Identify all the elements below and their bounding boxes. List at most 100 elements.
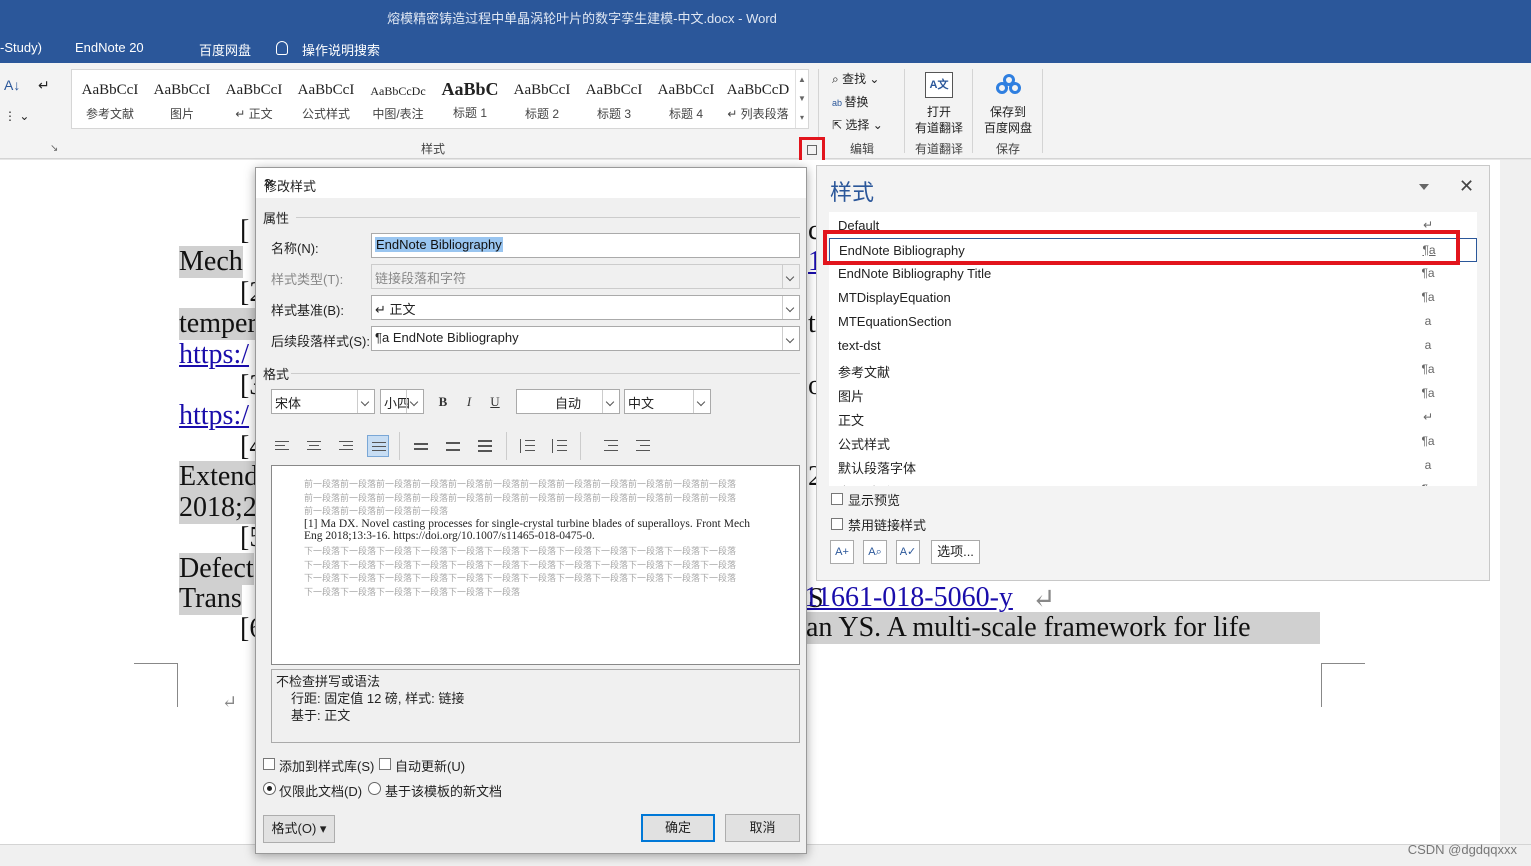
- quick-style-heading-2[interactable]: AaBbCcI 标题 2: [506, 70, 578, 128]
- style-list-item[interactable]: 正文 ↵: [829, 406, 1477, 430]
- font-size-select[interactable]: 小四: [380, 389, 424, 414]
- new-documents-label: 基于该模板的新文档: [385, 784, 503, 799]
- show-preview-checkbox[interactable]: [831, 493, 843, 505]
- style-list-item[interactable]: 图片 ¶a: [829, 382, 1477, 406]
- based-on-label: 样式基准(B):: [271, 303, 344, 318]
- align-right-icon[interactable]: [335, 435, 357, 457]
- style-list-item[interactable]: 公式样式 ¶a: [829, 430, 1477, 454]
- bold-button[interactable]: B: [432, 391, 454, 413]
- style-inspector-icon[interactable]: A⌕: [863, 540, 887, 564]
- quick-style-figure[interactable]: AaBbCcI 图片: [146, 70, 218, 128]
- align-center-icon[interactable]: [303, 435, 325, 457]
- quick-style-heading-1[interactable]: AaBbC 标题 1: [434, 70, 506, 128]
- font-select[interactable]: 宋体: [271, 389, 375, 414]
- based-on-select[interactable]: ↵ 正文: [371, 295, 800, 320]
- style-type-icon: ¶a: [1421, 290, 1435, 304]
- style-list-item[interactable]: 参考文献 ¶a: [829, 358, 1477, 382]
- save-baidu-button[interactable]: 保存到: [990, 103, 1026, 120]
- style-list-item[interactable]: 中图/表注 ¶a: [829, 478, 1477, 486]
- style-list-item[interactable]: 默认段落字体 a: [829, 454, 1477, 478]
- italic-button[interactable]: I: [458, 391, 480, 413]
- add-to-gallery-checkbox[interactable]: [263, 758, 275, 770]
- vertical-scrollbar[interactable]: [1500, 160, 1531, 844]
- close-icon[interactable]: ✕: [1459, 176, 1474, 197]
- only-this-document-radio[interactable]: [263, 782, 276, 795]
- open-youdao-button[interactable]: 打开: [927, 103, 951, 120]
- sort-icon[interactable]: A↓: [4, 77, 20, 93]
- manage-styles-icon[interactable]: A✓: [896, 540, 920, 564]
- style-type-icon: ¶a: [1421, 386, 1435, 400]
- doc-ref-3-link[interactable]: https:/: [179, 400, 249, 432]
- font-color-select[interactable]: 自动: [516, 389, 620, 414]
- underline-button[interactable]: U: [484, 391, 506, 413]
- language-select[interactable]: 中文: [624, 389, 711, 414]
- format-menu-button[interactable]: 格式(O) ▾: [263, 815, 335, 843]
- format-heading: 格式: [263, 367, 290, 382]
- increase-indent-icon[interactable]: [632, 435, 654, 457]
- next-style-select[interactable]: ¶a EndNote Bibliography: [371, 326, 800, 351]
- window-title: 熔模精密铸造过程中单晶涡轮叶片的数字孪生建模-中文.docx - Word: [387, 11, 777, 26]
- chevron-down-icon[interactable]: [1419, 184, 1429, 190]
- close-icon[interactable]: ✕: [264, 176, 275, 192]
- space-before-icon[interactable]: [516, 435, 538, 457]
- style-preview: 前一段落前一段落前一段落前一段落前一段落前一段落前一段落前一段落前一段落前一段落…: [271, 465, 800, 665]
- style-list-item[interactable]: EndNote Bibliography Title ¶a: [829, 262, 1477, 286]
- doc-doi-link[interactable]: 11661-018-5060-y: [804, 582, 1013, 614]
- tab-study[interactable]: -Study): [0, 40, 42, 55]
- doc-ref-6-text: an YS. A multi-scale framework for life: [806, 612, 1320, 644]
- tab-baidu-netdisk[interactable]: 百度网盘: [199, 40, 251, 59]
- auto-update-checkbox[interactable]: [379, 758, 391, 770]
- title-bar: 熔模精密铸造过程中单晶涡轮叶片的数字孪生建模-中文.docx - Word: [0, 0, 1531, 32]
- style-list-item[interactable]: MTDisplayEquation ¶a: [829, 286, 1477, 310]
- double-spacing-icon[interactable]: [474, 435, 496, 457]
- quick-style-formula[interactable]: AaBbCcI 公式样式: [290, 70, 362, 128]
- paragraph-launcher-icon[interactable]: ↘: [50, 143, 58, 154]
- style-name-input[interactable]: EndNote Bibliography: [371, 233, 800, 258]
- doc-right-fragment: t: [808, 308, 816, 339]
- style-list-item[interactable]: text-dst a: [829, 334, 1477, 358]
- single-spacing-icon[interactable]: [410, 435, 432, 457]
- tell-me-search[interactable]: 操作说明搜索: [302, 40, 380, 59]
- justify-icon[interactable]: [367, 435, 389, 457]
- save-baidu-button-line2[interactable]: 百度网盘: [984, 119, 1032, 136]
- styles-pane-title: 样式: [830, 180, 875, 205]
- search-icon: ⌕: [832, 72, 843, 86]
- gallery-scroll[interactable]: ▲ ▼ ▾: [795, 70, 808, 128]
- quick-style-references[interactable]: AaBbCcI 参考文献: [74, 70, 146, 128]
- cancel-button[interactable]: 取消: [725, 814, 800, 842]
- ok-button[interactable]: 确定: [641, 814, 715, 842]
- border-icon[interactable]: ⋮ ⌄: [4, 109, 29, 123]
- replace-button[interactable]: ab 替换: [832, 93, 869, 110]
- style-list-item[interactable]: MTEquationSection a: [829, 310, 1477, 334]
- new-documents-radio[interactable]: [368, 782, 381, 795]
- add-to-gallery-label: 添加到样式库(S): [279, 759, 375, 774]
- new-style-icon[interactable]: A+: [830, 540, 854, 564]
- open-youdao-button-line2[interactable]: 有道翻译: [915, 119, 963, 136]
- style-item-name: 公式样式: [838, 437, 891, 452]
- options-button[interactable]: 选项...: [931, 540, 980, 564]
- tab-endnote[interactable]: EndNote 20: [75, 40, 144, 55]
- style-item-name: text-dst: [838, 338, 881, 353]
- divider: [291, 373, 800, 374]
- doc-ref-2-link[interactable]: https:/: [179, 339, 249, 371]
- divider: [296, 217, 800, 218]
- quick-style-heading-4[interactable]: AaBbCcI 标题 4: [650, 70, 722, 128]
- one-half-spacing-icon[interactable]: [442, 435, 464, 457]
- cloud-icon: [996, 74, 1022, 96]
- style-item-name: MTDisplayEquation: [838, 290, 951, 305]
- quick-style-normal[interactable]: AaBbCcI ↵ 正文: [218, 70, 290, 128]
- select-button[interactable]: ⇱ 选择 ⌄: [832, 116, 883, 133]
- find-button[interactable]: ⌕ 查找 ⌄: [832, 70, 879, 87]
- style-item-name: EndNote Bibliography Title: [838, 266, 992, 281]
- paragraph-mark-icon[interactable]: ↵: [38, 77, 50, 94]
- preview-sample-text: [1] Ma DX. Novel casting processes for s…: [304, 518, 750, 542]
- quick-style-caption[interactable]: AaBbCcDc 中图/表注: [362, 70, 434, 128]
- align-left-icon[interactable]: [271, 435, 293, 457]
- decrease-indent-icon[interactable]: [600, 435, 622, 457]
- style-type-icon: ¶a: [1421, 362, 1435, 376]
- preview-next-paragraph: 下一段落下一段落下一段落下一段落下一段落下一段落下一段落下一段落下一段落下一段落…: [304, 546, 737, 597]
- quick-style-heading-3[interactable]: AaBbCcI 标题 3: [578, 70, 650, 128]
- space-after-icon[interactable]: [548, 435, 570, 457]
- quick-style-list-paragraph[interactable]: AaBbCcD ↵ 列表段落: [722, 70, 794, 128]
- disable-linked-checkbox[interactable]: [831, 518, 843, 530]
